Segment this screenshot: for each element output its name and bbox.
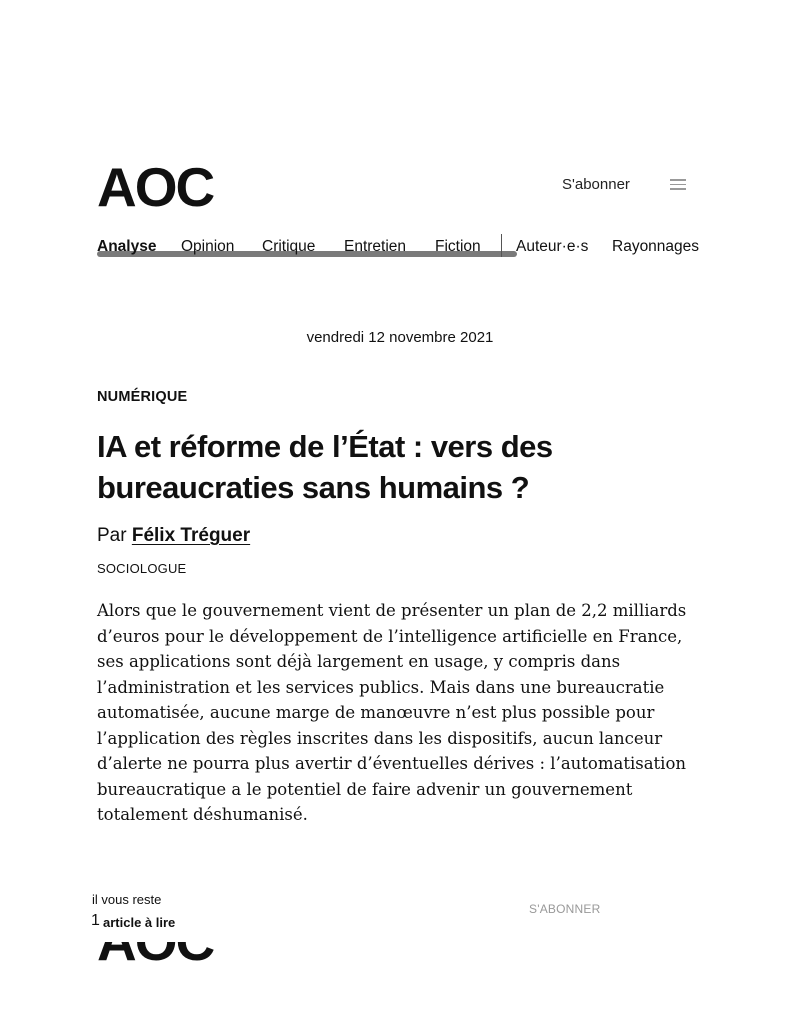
hamburger-icon[interactable] bbox=[666, 176, 690, 194]
aoc-logo[interactable]: AOC bbox=[97, 160, 215, 215]
paywall-footer: AOC il vous reste 1 article à lire S'ABO… bbox=[0, 880, 800, 1035]
hamburger-line bbox=[670, 188, 686, 190]
article-category[interactable]: NUMÉRIQUE bbox=[97, 389, 187, 405]
nav-item-rayonnages[interactable]: Rayonnages bbox=[612, 238, 699, 256]
footer-subscribe-button[interactable]: S'ABONNER bbox=[529, 902, 600, 916]
nav-item-entretien[interactable]: Entretien bbox=[344, 238, 406, 256]
byline: Par Félix Tréguer bbox=[97, 525, 250, 547]
subscribe-link[interactable]: S'abonner bbox=[562, 176, 630, 193]
nav-item-opinion[interactable]: Opinion bbox=[181, 238, 234, 256]
remaining-text: article à lire bbox=[103, 915, 178, 930]
nav-item-analyse[interactable]: Analyse bbox=[97, 238, 156, 256]
remaining-count: 1 bbox=[91, 912, 102, 930]
footer-logo-text: AOC bbox=[97, 942, 215, 962]
hamburger-line bbox=[670, 179, 686, 181]
article-title: IA et réforme de l’État : vers des burea… bbox=[97, 429, 553, 505]
remaining-label: il vous reste bbox=[92, 892, 162, 907]
nav-divider bbox=[501, 234, 502, 257]
footer-logo: AOC bbox=[97, 942, 257, 962]
nav-item-fiction[interactable]: Fiction bbox=[435, 238, 481, 256]
author-link[interactable]: Félix Tréguer bbox=[132, 525, 250, 546]
hamburger-line bbox=[670, 183, 686, 185]
article-lede: Alors que le gouvernement vient de prése… bbox=[97, 601, 687, 824]
section-nav: Analyse Opinion Critique Entretien Ficti… bbox=[97, 234, 712, 262]
byline-prefix: Par bbox=[97, 525, 127, 546]
nav-item-critique[interactable]: Critique bbox=[262, 238, 315, 256]
nav-item-auteurs[interactable]: Auteur·e·s bbox=[516, 238, 588, 256]
author-role: SOCIOLOGUE bbox=[97, 561, 187, 576]
article-date: vendredi 12 novembre 2021 bbox=[306, 329, 494, 346]
